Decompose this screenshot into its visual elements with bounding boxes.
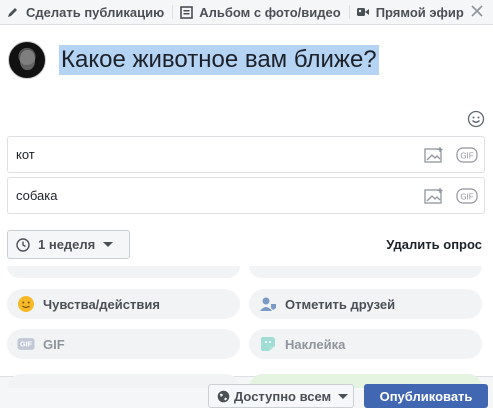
tab-live-video[interactable]: Прямой эфир	[350, 0, 472, 25]
globe-icon	[217, 390, 230, 403]
svg-text:GIF: GIF	[20, 340, 33, 349]
action-pill-partial[interactable]	[7, 266, 240, 278]
smiley-icon	[17, 295, 35, 313]
feeling-activity-label: Чувства/действия	[43, 296, 160, 312]
audience-label: Доступно всем	[234, 388, 332, 404]
tab-live-video-label: Прямой эфир	[375, 4, 464, 20]
poll-duration-dropdown[interactable]: 1 неделя	[7, 230, 130, 259]
chevron-down-icon	[103, 242, 114, 247]
svg-text:GIF: GIF	[460, 192, 473, 201]
clock-icon	[16, 237, 30, 252]
chevron-down-icon	[338, 393, 349, 399]
audience-selector[interactable]: Доступно всем	[208, 384, 354, 408]
add-photo-icon[interactable]	[424, 146, 444, 164]
video-camera-icon	[356, 5, 370, 19]
tab-create-post[interactable]: Сделать публикацию	[0, 0, 172, 25]
tab-photo-video-album[interactable]: Альбом с фото/видео	[173, 0, 348, 25]
close-icon[interactable]	[469, 3, 485, 19]
gif-label: GIF	[43, 336, 65, 352]
avatar	[8, 41, 46, 79]
tag-friends-icon	[259, 295, 277, 313]
svg-text:GIF: GIF	[460, 151, 473, 160]
poll-option-2[interactable]: собака GIF	[7, 177, 485, 214]
action-pill-partial[interactable]	[249, 266, 482, 278]
emoji-picker-icon[interactable]	[467, 110, 485, 128]
add-gif-icon[interactable]: GIF	[456, 187, 478, 204]
sticker-icon	[259, 335, 277, 353]
sticker-label: Наклейка	[285, 336, 346, 352]
poll-duration-label: 1 неделя	[38, 237, 96, 252]
gif-icon: GIF	[17, 335, 35, 353]
publish-button[interactable]: Опубликовать	[364, 384, 488, 408]
tab-create-post-label: Сделать публикацию	[26, 4, 165, 20]
tag-friends-button[interactable]: Отметить друзей	[249, 289, 482, 319]
tab-photo-video-album-label: Альбом с фото/видео	[199, 4, 341, 20]
gif-button[interactable]: GIF GIF	[7, 329, 240, 359]
sticker-button[interactable]: Наклейка	[249, 329, 482, 359]
poll-question-text[interactable]: Какое животное вам ближе?	[59, 45, 379, 75]
add-gif-icon[interactable]: GIF	[456, 146, 478, 163]
pencil-icon	[6, 5, 20, 19]
album-icon	[179, 5, 193, 19]
delete-poll-button[interactable]: Удалить опрос	[386, 237, 482, 252]
poll-option-1[interactable]: кот GIF	[7, 136, 485, 173]
action-pill-partial	[7, 374, 240, 388]
poll-option-2-text[interactable]: собака	[16, 188, 424, 203]
composer-tab-bar: Сделать публикацию Альбом с фото/видео П…	[0, 0, 493, 25]
feeling-activity-button[interactable]: Чувства/действия	[7, 289, 240, 319]
add-photo-icon[interactable]	[424, 187, 444, 205]
tag-friends-label: Отметить друзей	[285, 296, 396, 312]
poll-option-1-text[interactable]: кот	[16, 147, 424, 162]
